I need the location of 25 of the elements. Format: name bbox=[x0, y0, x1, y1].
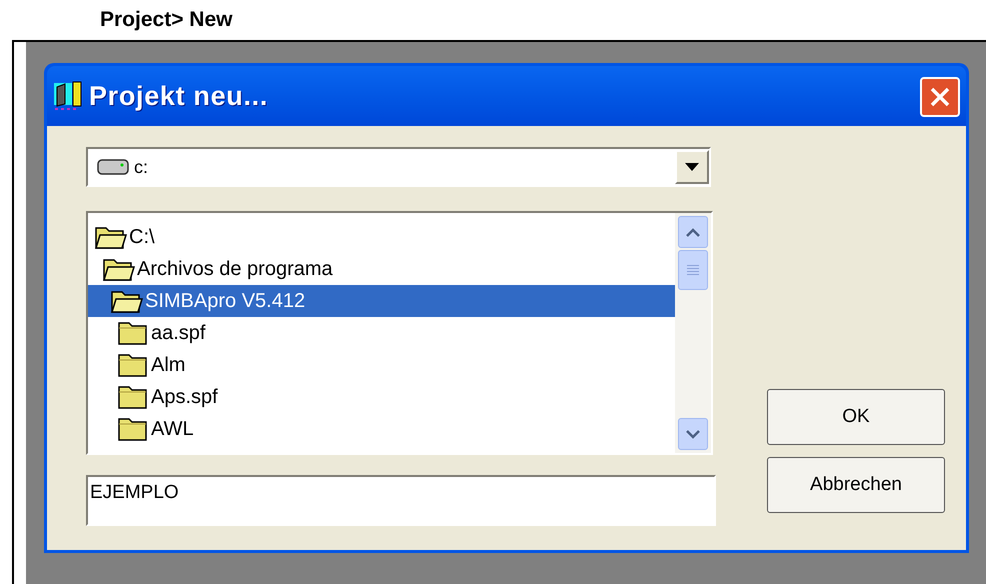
folder-tree-item[interactable]: aa.spf bbox=[88, 317, 675, 349]
folder-tree-item[interactable]: SIMBApro V5.412 bbox=[88, 285, 675, 317]
scrollbar[interactable] bbox=[675, 213, 711, 453]
chevron-down-icon bbox=[686, 430, 700, 438]
dialog-button[interactable]: OK bbox=[767, 389, 945, 445]
close-icon bbox=[928, 85, 952, 109]
page-caption: Project> New bbox=[100, 7, 232, 34]
close-button[interactable] bbox=[920, 77, 960, 117]
folder-icon bbox=[116, 320, 150, 346]
caret-icon bbox=[685, 163, 699, 171]
folder-tree-item[interactable]: AWL bbox=[88, 413, 675, 445]
name-field[interactable]: EJEMPLO bbox=[86, 475, 716, 526]
folder-icon bbox=[116, 384, 150, 410]
window-title: Projekt neu... bbox=[89, 80, 268, 113]
dropdown-arrow-button[interactable] bbox=[675, 150, 709, 184]
drive-icon bbox=[96, 157, 130, 177]
folder-tree-item[interactable]: Archivos de programa bbox=[88, 253, 675, 285]
folder-tree-item[interactable]: Aps.spf bbox=[88, 381, 675, 413]
drive-combo[interactable]: c: bbox=[86, 147, 711, 187]
folder-tree-item[interactable]: C:\ bbox=[88, 221, 675, 253]
folder-icon bbox=[116, 352, 150, 378]
dialog-button[interactable]: Abbrechen bbox=[767, 457, 945, 513]
folder-tree-item[interactable]: Alm bbox=[88, 349, 675, 381]
folder-icon bbox=[116, 416, 150, 442]
chevron-up-icon bbox=[686, 228, 700, 236]
